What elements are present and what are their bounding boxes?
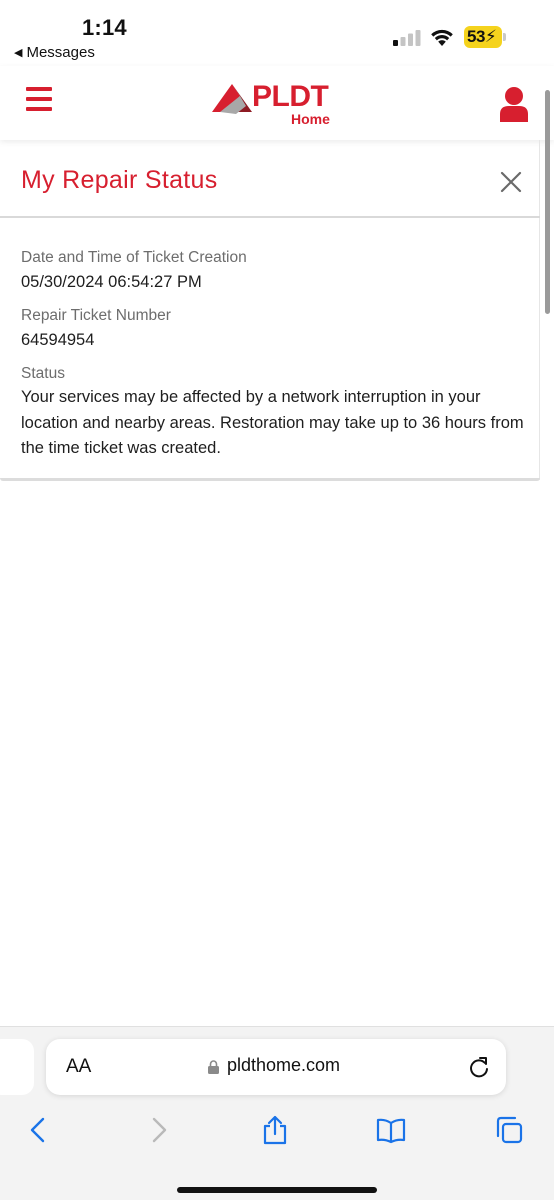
wifi-icon	[431, 29, 453, 46]
logo-brand: PLDT	[252, 80, 329, 113]
user-icon[interactable]	[499, 86, 529, 122]
text-size-button[interactable]: AA	[66, 1056, 91, 1078]
battery-level: 53⚡	[467, 27, 497, 46]
back-triangle-icon: ◀	[14, 47, 23, 59]
forward-icon[interactable]	[143, 1115, 173, 1145]
logo-sub: Home	[291, 111, 330, 127]
card-bottom-edge	[0, 478, 540, 481]
battery-percent: 53	[467, 27, 485, 46]
battery-tip	[503, 33, 506, 41]
text-size-label: AA	[66, 1056, 92, 1077]
close-icon[interactable]	[499, 170, 523, 194]
date-value: 05/30/2024 06:54:27 PM	[21, 273, 202, 291]
back-to-messages[interactable]: ◀ Messages	[14, 44, 95, 61]
status-value: Your services may be affected by a netwo…	[21, 388, 524, 457]
back-icon[interactable]	[24, 1115, 54, 1145]
browser-toolbar: AA pldthome.com	[0, 1026, 554, 1200]
back-app-label: Messages	[26, 44, 95, 61]
share-icon[interactable]	[260, 1115, 290, 1145]
bookmarks-icon[interactable]	[376, 1115, 406, 1145]
status-time: 1:14	[82, 15, 127, 40]
ticket-label: Repair Ticket Number	[21, 307, 171, 324]
ticket-value: 64594954	[21, 331, 95, 349]
menu-icon[interactable]	[26, 87, 52, 111]
previous-tab-preview[interactable]	[0, 1039, 34, 1095]
card-edge	[539, 140, 540, 480]
reload-icon[interactable]	[468, 1055, 490, 1079]
lock-icon	[208, 1060, 219, 1074]
battery-indicator: 53⚡	[464, 26, 508, 48]
page-scrollbar[interactable]	[545, 90, 550, 314]
status-label: Status	[21, 365, 65, 382]
status-bar: 1:14 ◀ Messages 53⚡	[0, 0, 554, 66]
url-text[interactable]: pldthome.com	[227, 1055, 340, 1076]
home-indicator	[177, 1187, 377, 1193]
tabs-icon[interactable]	[494, 1115, 524, 1145]
pldt-logo[interactable]: PLDT Home	[210, 80, 350, 128]
page-title: My Repair Status	[21, 166, 218, 194]
site-header: PLDT Home	[0, 66, 554, 140]
title-divider	[0, 216, 540, 218]
address-bar[interactable]: AA pldthome.com	[46, 1039, 506, 1095]
cellular-signal-icon	[393, 30, 421, 46]
date-label: Date and Time of Ticket Creation	[21, 249, 247, 266]
pldt-logo-mark-icon	[212, 84, 252, 114]
